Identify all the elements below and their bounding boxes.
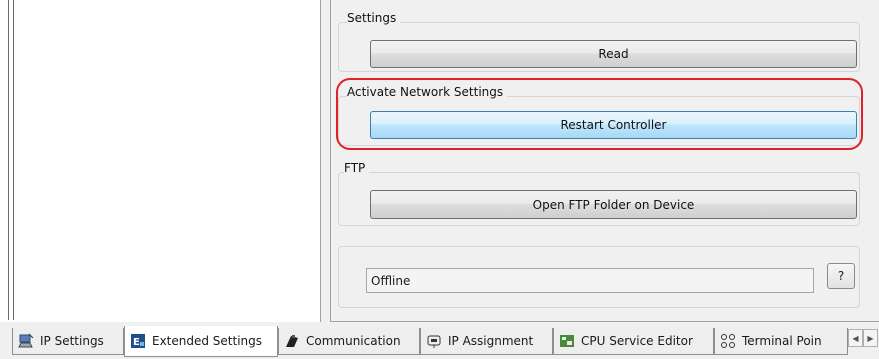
tab-ip-settings[interactable]: IP Settings bbox=[12, 328, 124, 355]
open-ftp-folder-button[interactable]: Open FTP Folder on Device bbox=[370, 190, 857, 219]
tab-scroll-buttons: ◀ ▶ bbox=[848, 329, 878, 347]
connection-status-field: Offline bbox=[366, 268, 814, 293]
tab-label: Terminal Poin bbox=[742, 334, 822, 348]
tab-label: Communication bbox=[306, 334, 401, 348]
scroll-left-icon[interactable]: ◀ bbox=[848, 329, 863, 347]
ftp-group-title: FTP bbox=[344, 161, 370, 175]
restart-controller-button[interactable]: Restart Controller bbox=[370, 111, 857, 139]
cpu-service-icon bbox=[559, 333, 575, 349]
tab-ip-assignment[interactable]: IP Assignment bbox=[420, 328, 553, 355]
pane-splitter[interactable] bbox=[320, 0, 331, 322]
scroll-right-icon[interactable]: ▶ bbox=[863, 329, 878, 347]
communication-icon bbox=[284, 333, 300, 349]
ip-assignment-icon bbox=[426, 333, 442, 349]
terminal-points-icon bbox=[720, 333, 736, 349]
tab-extended-settings[interactable]: E Extended Settings bbox=[124, 326, 278, 357]
left-border bbox=[8, 0, 14, 320]
tab-cpu-service-editor[interactable]: CPU Service Editor bbox=[553, 328, 714, 355]
help-button[interactable]: ? bbox=[827, 263, 855, 289]
tab-strip: IP Settings E Extended Settings Communic… bbox=[0, 322, 879, 359]
network-group-title: Activate Network Settings bbox=[347, 85, 508, 99]
tab-terminal-points[interactable]: Terminal Poin bbox=[714, 328, 848, 355]
tab-communication[interactable]: Communication bbox=[278, 328, 420, 355]
network-icon bbox=[18, 333, 34, 349]
settings-group-title: Settings bbox=[347, 11, 401, 25]
tab-label: IP Settings bbox=[40, 334, 104, 348]
extended-settings-icon: E bbox=[130, 333, 146, 349]
tab-label: IP Assignment bbox=[448, 334, 534, 348]
tab-label: CPU Service Editor bbox=[581, 334, 693, 348]
read-button[interactable]: Read bbox=[370, 40, 857, 68]
tab-label: Extended Settings bbox=[152, 334, 263, 348]
left-pane bbox=[16, 0, 320, 322]
svg-text:E: E bbox=[133, 337, 140, 348]
